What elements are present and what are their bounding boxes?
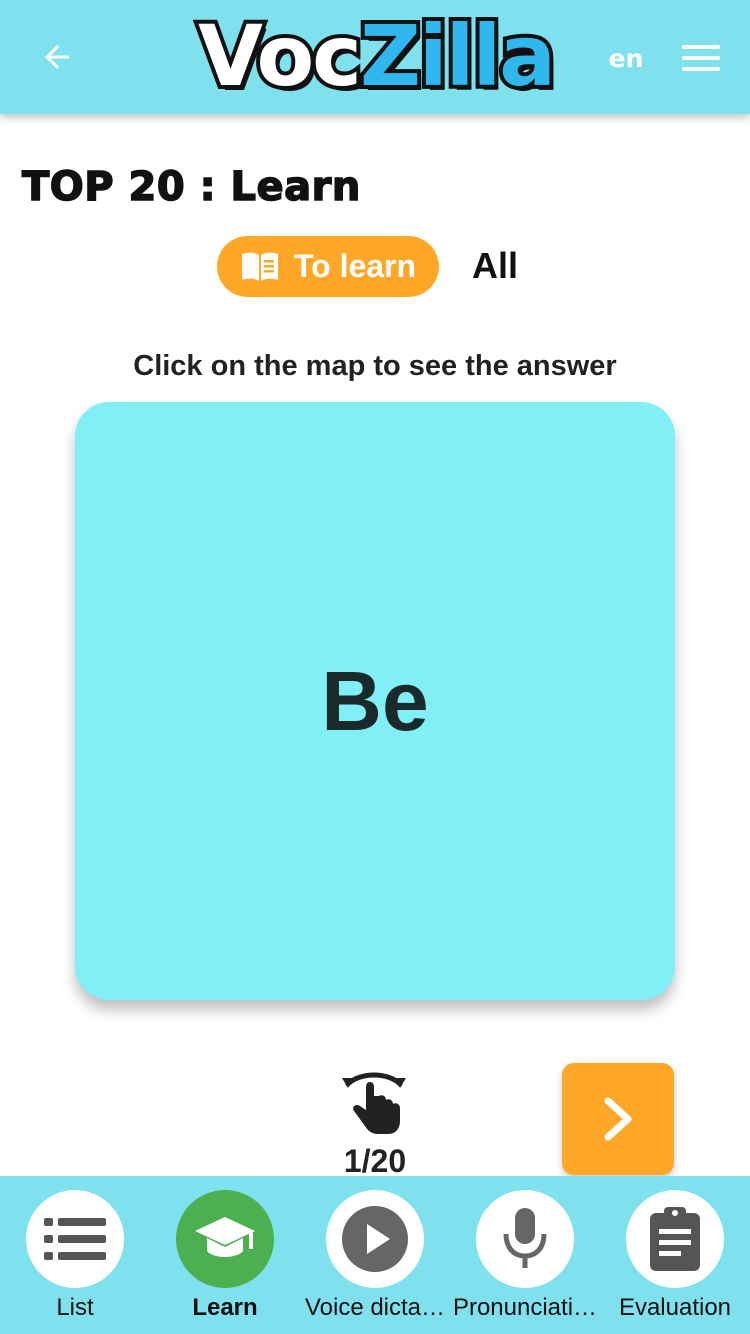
flash-card[interactable]: Be [75,402,675,1000]
logo-voc-text: Voc [194,7,366,105]
nav-item-pronunciation[interactable]: Pronunciati… [450,1188,600,1328]
play-icon [342,1206,408,1272]
arrow-left-icon [45,45,69,69]
all-filter-button[interactable]: All [460,240,530,292]
page-title: TOP 20 : Learn [21,163,361,211]
next-card-button[interactable] [562,1063,674,1175]
language-selector[interactable]: en [600,36,652,80]
nav-label-list: List [56,1294,94,1321]
logo-zilla-text: Zilla [356,7,560,105]
clipboard-icon [650,1207,700,1271]
card-word: Be [321,653,429,748]
list-icon [44,1218,106,1260]
nav-label-evaluation: Evaluation [618,1294,732,1321]
card-counter: 1/20 [343,1143,407,1179]
nav-item-voice-dictation[interactable]: Voice dicta… [300,1188,450,1328]
nav-label-learn: Learn [192,1294,258,1321]
graduation-cap-icon [195,1217,255,1257]
voczilla-logo: Voc Zilla [170,6,582,106]
chevron-right-icon [604,1097,632,1141]
microphone-icon [503,1208,547,1268]
hamburger-menu-icon [682,45,720,49]
open-book-icon [241,252,278,281]
menu-button[interactable] [676,36,726,80]
nav-item-list[interactable]: List [0,1188,150,1328]
nav-item-evaluation[interactable]: Evaluation [600,1188,750,1328]
bottom-navigation: List Learn Voice dicta… Pronunciati… Eva… [0,1176,750,1334]
back-button[interactable] [30,30,84,84]
app-header: Voc Zilla en [0,0,750,114]
to-learn-label: To learn [293,248,417,284]
nav-item-learn[interactable]: Learn [150,1188,300,1328]
to-learn-filter-button[interactable]: To learn [217,236,439,297]
tap-flip-icon [342,1072,406,1134]
nav-label-voice-dictation: Voice dicta… [304,1294,446,1321]
instruction-text: Click on the map to see the answer [133,350,617,382]
nav-label-pronunciation: Pronunciati… [452,1294,598,1321]
